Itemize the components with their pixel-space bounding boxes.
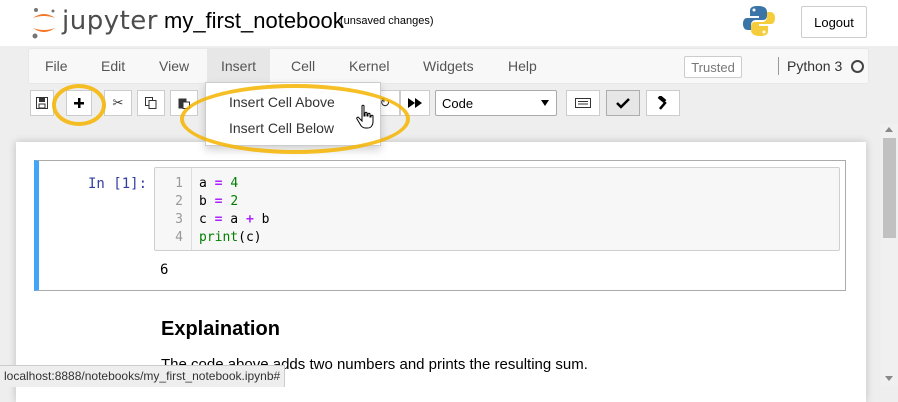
header: jupyter my_first_notebook (unsaved chang… xyxy=(0,0,898,46)
save-icon xyxy=(36,97,48,109)
menu-help[interactable]: Help xyxy=(506,49,539,83)
menubar: File Edit View Insert Cell Kernel Widget… xyxy=(28,48,869,84)
chevron-down-icon xyxy=(541,100,549,106)
line-number: 4 xyxy=(175,230,183,245)
keyboard-icon xyxy=(575,98,591,108)
cut-icon: ✂ xyxy=(112,95,124,110)
scroll-up-arrow-icon[interactable] xyxy=(885,127,893,132)
code-editor[interactable]: 1 a = 4 2 b = 2 3 c = a + b 4 print(c) xyxy=(154,167,840,251)
kernel-idle-icon xyxy=(851,60,864,73)
kernel-separator xyxy=(778,57,779,75)
jupyter-logo-icon xyxy=(32,8,55,39)
kernel-name[interactable]: Python 3 xyxy=(787,49,842,83)
line-number: 3 xyxy=(175,212,183,227)
python-logo-icon xyxy=(743,6,775,36)
line-number-gutter xyxy=(191,168,192,250)
cell-output: 6 xyxy=(160,262,169,278)
hammer-icon xyxy=(657,96,667,110)
save-status: (unsaved changes) xyxy=(340,15,434,27)
cell-type-value: Code xyxy=(442,95,474,111)
jupyter-wordmark[interactable]: jupyter xyxy=(62,6,158,36)
toolbar: ✂ ↻ Code xyxy=(0,86,898,122)
menu-insert[interactable]: Insert xyxy=(207,49,271,83)
validate-button[interactable] xyxy=(606,90,640,116)
menu-file[interactable]: File xyxy=(43,49,70,83)
notebook-name[interactable]: my_first_notebook xyxy=(164,8,344,34)
browser-status-bar: localhost:8888/notebooks/my_first_notebo… xyxy=(0,365,286,387)
save-button[interactable] xyxy=(30,90,54,116)
copy-button[interactable] xyxy=(137,90,165,116)
command-palette-button[interactable] xyxy=(566,90,600,116)
cut-button[interactable]: ✂ xyxy=(104,90,132,116)
trusted-indicator[interactable]: Trusted xyxy=(684,56,742,78)
logout-button[interactable]: Logout xyxy=(801,6,867,38)
scrollbar-thumb[interactable] xyxy=(883,138,896,238)
menu-kernel[interactable]: Kernel xyxy=(347,49,391,83)
cell-type-select[interactable]: Code xyxy=(435,90,557,116)
copy-icon xyxy=(145,97,157,109)
menu-edit[interactable]: Edit xyxy=(99,49,127,83)
fast-forward-icon xyxy=(408,98,422,108)
line-number: 1 xyxy=(175,176,183,191)
scroll-down-arrow-icon[interactable] xyxy=(885,376,893,381)
line-number: 2 xyxy=(175,194,183,209)
input-prompt: In [1]: xyxy=(88,176,148,192)
hand-cursor-icon xyxy=(356,104,374,129)
menu-widgets[interactable]: Widgets xyxy=(421,49,476,83)
menu-cell[interactable]: Cell xyxy=(289,49,317,83)
markdown-heading: Explaination xyxy=(161,318,280,340)
build-button[interactable] xyxy=(646,90,680,116)
menu-view[interactable]: View xyxy=(157,49,191,83)
check-icon xyxy=(616,98,630,109)
highlight-ellipse xyxy=(52,84,106,126)
